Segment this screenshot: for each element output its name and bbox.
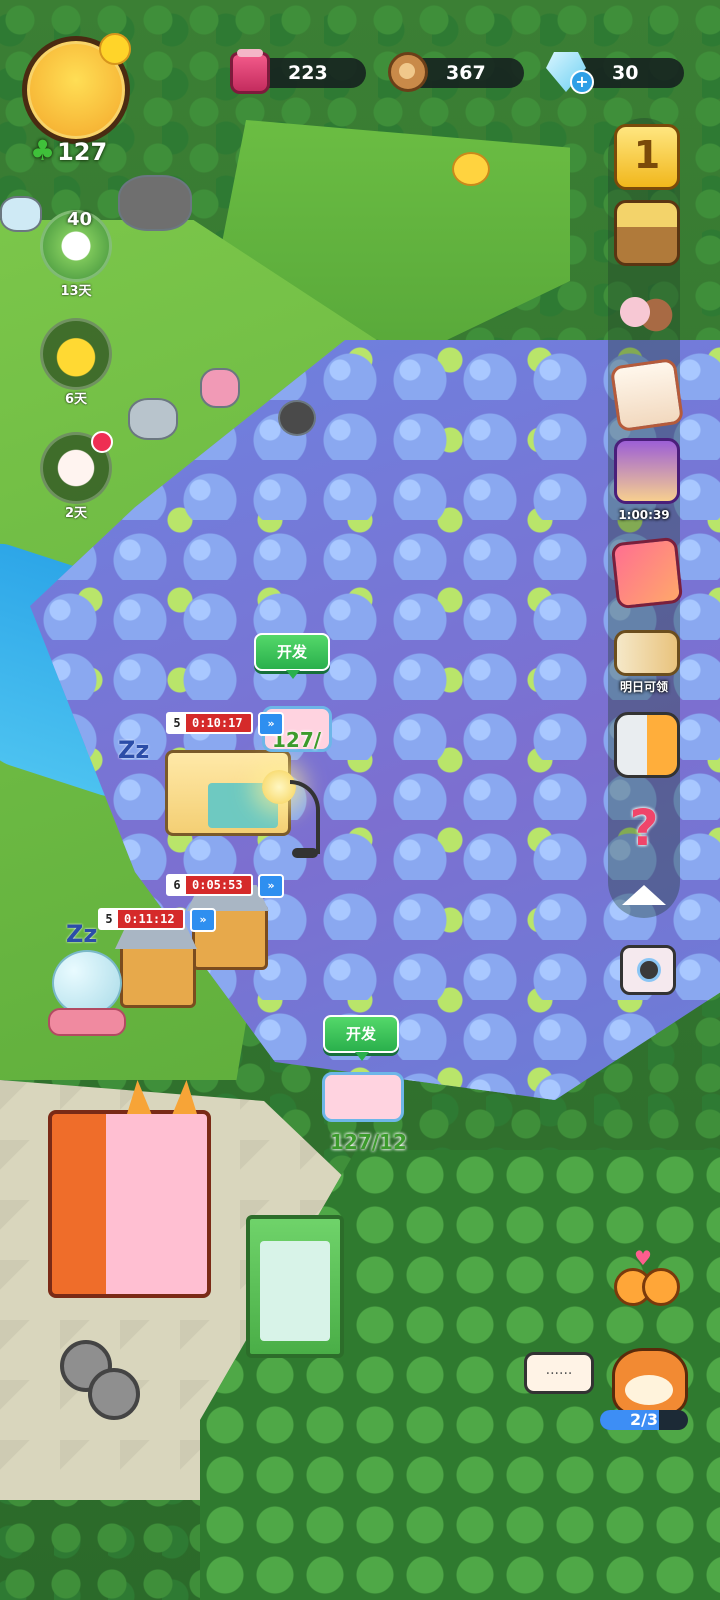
dark-slime[interactable] xyxy=(278,400,316,436)
snow-globe[interactable] xyxy=(48,950,126,1036)
wood-value: 367 xyxy=(446,62,486,84)
wood-log-icon xyxy=(388,52,428,92)
mole-cart[interactable] xyxy=(118,175,192,231)
timer-time: 0:10:17 xyxy=(192,716,243,730)
cards-icon[interactable] xyxy=(610,536,684,610)
flower-event-level: 40 xyxy=(67,209,93,230)
heart-icon: ♥ xyxy=(634,1246,652,1270)
timer-level: 5 xyxy=(100,910,118,928)
jam-counter[interactable]: 223 xyxy=(230,49,366,94)
develop-progress: 127/12 xyxy=(330,1130,407,1154)
rock[interactable] xyxy=(128,398,178,440)
street-lamp xyxy=(262,770,322,860)
develop-button[interactable]: 开发 xyxy=(323,1015,399,1061)
ticket-icon[interactable] xyxy=(614,630,680,676)
build-timer: 5 0:10:17 xyxy=(166,712,253,734)
timer-level: 6 xyxy=(168,876,186,894)
wood-counter[interactable]: 367 xyxy=(388,52,524,92)
film-projector[interactable] xyxy=(48,1340,140,1450)
event-timer: 1:00:39 xyxy=(618,508,670,522)
add-gems-button[interactable]: + xyxy=(570,70,594,94)
build-timer: 5 0:11:12 xyxy=(98,908,185,930)
help-icon[interactable]: ? xyxy=(614,798,674,858)
hut-2[interactable] xyxy=(120,942,196,1008)
clover-count: 127 xyxy=(57,138,108,166)
timer-time: 0:11:12 xyxy=(124,912,175,926)
notification-dot xyxy=(91,431,113,453)
camera-icon[interactable] xyxy=(620,945,676,995)
girl-event-icon[interactable] xyxy=(614,438,680,504)
speedup-button[interactable]: » xyxy=(258,874,284,898)
chick-event-button[interactable]: 6天 xyxy=(40,318,112,407)
sleep-zz: Zz xyxy=(118,736,150,764)
pet-event-days: 2天 xyxy=(64,506,88,521)
cat-progress-bar: 2/3 xyxy=(600,1410,688,1430)
flower-event-days: 13天 xyxy=(60,284,92,299)
clover-icon: ♣ xyxy=(30,134,56,167)
clover-score: ♣127 xyxy=(30,134,107,167)
couple-icon[interactable]: ♥ xyxy=(612,1246,680,1308)
timer-time: 0:05:53 xyxy=(192,878,243,892)
flying-bird[interactable] xyxy=(452,152,490,186)
pink-potion[interactable] xyxy=(200,368,240,408)
friends-icon[interactable] xyxy=(614,282,674,342)
develop-button[interactable]: 开发 xyxy=(254,633,330,679)
timer-level: 5 xyxy=(168,714,186,732)
signboard-2[interactable] xyxy=(322,1072,404,1122)
treasure-chest-icon[interactable] xyxy=(614,200,680,266)
speedup-button[interactable]: » xyxy=(190,908,216,932)
first-place-glyph: 1 xyxy=(633,133,661,177)
green-fridge[interactable] xyxy=(246,1215,344,1358)
speedup-button[interactable]: » xyxy=(258,712,284,736)
fridge-buddies-icon[interactable] xyxy=(614,712,680,778)
gem-counter[interactable]: + 30 xyxy=(546,52,684,94)
flower-event-button[interactable]: 40 13天 xyxy=(40,209,112,299)
cat-icon[interactable] xyxy=(612,1348,688,1416)
collapse-rail-button[interactable] xyxy=(622,885,666,905)
vending-machine[interactable] xyxy=(48,1080,211,1298)
build-timer: 6 0:05:53 xyxy=(166,874,253,896)
sun-icon xyxy=(99,33,131,65)
gem-value: 30 xyxy=(612,62,639,84)
chick-event-days: 6天 xyxy=(64,392,88,407)
tomorrow-label: 明日可领 xyxy=(619,680,668,694)
player-avatar[interactable] xyxy=(22,33,131,144)
crystal-rock[interactable] xyxy=(0,196,42,232)
cat-progress-text: 2/3 xyxy=(629,1410,659,1429)
first-place-icon[interactable]: 1 xyxy=(614,124,680,190)
newspaper-icon[interactable] xyxy=(609,357,685,433)
pet-event-button[interactable]: 2天 xyxy=(40,431,113,521)
jam-value: 223 xyxy=(288,62,328,84)
sleep-zz: Zz xyxy=(66,920,98,948)
jam-jar-icon xyxy=(230,49,270,94)
help-glyph: ? xyxy=(629,799,659,857)
chat-bubble[interactable]: ...... xyxy=(524,1352,594,1394)
